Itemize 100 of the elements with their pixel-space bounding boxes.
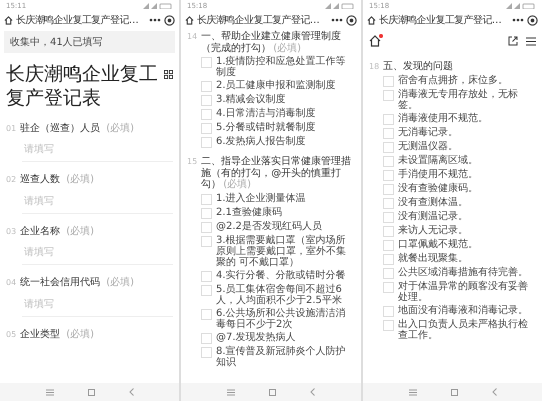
checkbox[interactable] bbox=[201, 208, 212, 218]
menu-icon[interactable] bbox=[526, 36, 536, 46]
home-icon[interactable] bbox=[369, 35, 381, 47]
checkbox[interactable] bbox=[201, 346, 212, 358]
checkbox[interactable] bbox=[383, 212, 394, 222]
checkbox[interactable] bbox=[383, 90, 394, 100]
question-label: 二、指导企业落实日常健康管理措施（有的打勾，@开头的慎重打勾） (必填) bbox=[201, 156, 352, 190]
close-icon[interactable] bbox=[346, 14, 357, 26]
question-number: 04 bbox=[6, 278, 16, 288]
status-icons bbox=[143, 2, 173, 8]
checkbox[interactable] bbox=[201, 123, 212, 134]
option-label: 6.发热病人报告制度 bbox=[216, 136, 306, 147]
share-icon[interactable] bbox=[508, 36, 518, 46]
option-label: 3.根据需要戴口罩（室内场所原则上需要戴口罩，室外不集聚的 可不戴口罩） bbox=[216, 234, 347, 268]
checkbox[interactable] bbox=[201, 81, 212, 92]
page-title: 长庆潮鸣企业复工复产登记… bbox=[16, 14, 138, 27]
checkbox[interactable] bbox=[201, 284, 212, 296]
checkbox[interactable] bbox=[383, 320, 394, 330]
back-icon[interactable] bbox=[310, 388, 315, 396]
input-field[interactable]: 请填写 bbox=[22, 296, 173, 316]
option-label: 5.分餐或错时就餐制度 bbox=[216, 122, 316, 133]
back-icon[interactable] bbox=[492, 388, 496, 396]
collection-banner: 收集中，41人已填写 bbox=[4, 31, 175, 53]
checkbox[interactable] bbox=[383, 76, 394, 86]
more-icon[interactable] bbox=[512, 18, 524, 22]
form-title: 长庆潮鸣企业复工复产登记表 bbox=[6, 63, 159, 110]
checkbox[interactable] bbox=[383, 128, 394, 138]
home-icon[interactable] bbox=[4, 16, 13, 24]
question-number: 15 bbox=[187, 157, 198, 166]
option-label: 无测温仪器。 bbox=[398, 140, 458, 152]
option-label: 2.员工健康申报和监测制度 bbox=[216, 80, 336, 91]
option-label: 没有查测体温。 bbox=[398, 196, 468, 208]
option-label: 3.精减会议制度 bbox=[216, 94, 286, 105]
option-label: 就餐出现聚集。 bbox=[398, 252, 468, 264]
checkbox[interactable] bbox=[201, 270, 212, 282]
checkbox[interactable] bbox=[383, 198, 394, 208]
checkbox[interactable] bbox=[201, 236, 212, 246]
checkbox[interactable] bbox=[201, 95, 212, 106]
checkbox[interactable] bbox=[383, 142, 394, 152]
more-icon[interactable] bbox=[331, 18, 343, 22]
checkbox[interactable] bbox=[383, 184, 394, 194]
question-number: 18 bbox=[369, 62, 380, 72]
close-icon[interactable] bbox=[164, 14, 175, 26]
option-label: 5.员工集体宿舍每间不超过6人，人均面积不少于2.5平米 bbox=[216, 284, 343, 306]
option-label: 8.宣传普及新冠肺炎个人防护知识 bbox=[216, 346, 347, 368]
input-field[interactable]: 请填写 bbox=[22, 245, 173, 265]
question-label: 统一社会信用代码 bbox=[20, 277, 100, 288]
home-button-icon[interactable] bbox=[88, 388, 94, 396]
checkbox[interactable] bbox=[201, 222, 212, 232]
back-icon[interactable] bbox=[128, 388, 134, 396]
option-label: 4.日常清洁与消毒制度 bbox=[216, 108, 316, 119]
question-label: 企业类型 bbox=[20, 328, 60, 340]
question-number: 03 bbox=[6, 226, 16, 236]
home-icon[interactable] bbox=[367, 16, 376, 24]
close-icon[interactable] bbox=[527, 14, 538, 26]
checkbox[interactable] bbox=[383, 268, 394, 278]
option-label: 消毒液无专用存放处，无标签。 bbox=[398, 88, 519, 110]
checkbox[interactable] bbox=[201, 308, 212, 320]
input-field[interactable]: 请填写 bbox=[22, 142, 173, 162]
grid-icon[interactable] bbox=[164, 70, 173, 79]
option-label: 4.实行分餐、分散或错时分餐 bbox=[216, 270, 346, 280]
required-mark: (必填) bbox=[66, 174, 94, 186]
checkbox[interactable] bbox=[201, 109, 212, 120]
status-icons bbox=[506, 2, 536, 8]
option-label: 消毒液使用不规范。 bbox=[398, 112, 488, 124]
option-label: 无消毒记录。 bbox=[398, 126, 458, 138]
more-icon[interactable] bbox=[149, 18, 161, 22]
question-label: 驻企（巡查）人员 bbox=[20, 122, 100, 134]
required-mark: (必填) bbox=[106, 277, 134, 288]
question-label: 五、发现的问题 bbox=[383, 61, 454, 72]
checkbox[interactable] bbox=[201, 332, 212, 344]
checkbox[interactable] bbox=[383, 282, 394, 292]
checkbox[interactable] bbox=[201, 137, 212, 148]
option-label: 1.疫情防控和应急处置工作等制度 bbox=[216, 56, 347, 78]
option-label: 公共区域消毒措施有待完善。 bbox=[398, 266, 528, 278]
page-title: 长庆潮鸣企业复工复产登记… bbox=[379, 14, 502, 27]
checkbox[interactable] bbox=[201, 194, 212, 204]
checkbox[interactable] bbox=[383, 240, 394, 250]
checkbox[interactable] bbox=[383, 306, 394, 316]
option-label: 来访人无记录。 bbox=[398, 224, 468, 236]
checkbox[interactable] bbox=[383, 156, 394, 166]
question-label: 一、帮助企业建立健康管理制度（完成的打勾） (必填) bbox=[201, 31, 342, 54]
checkbox[interactable] bbox=[383, 114, 394, 124]
home-icon[interactable] bbox=[185, 16, 194, 24]
option-label: 出入口负责人员未严格执行检查工作。 bbox=[398, 318, 529, 340]
checkbox[interactable] bbox=[383, 226, 394, 236]
checkbox[interactable] bbox=[201, 57, 212, 68]
checkbox[interactable] bbox=[383, 254, 394, 264]
input-field[interactable]: 请填写 bbox=[22, 194, 173, 214]
option-label: 没有查验健康码。 bbox=[398, 182, 478, 194]
home-button-icon[interactable] bbox=[269, 388, 276, 396]
checkbox[interactable] bbox=[383, 170, 394, 180]
status-icons bbox=[325, 2, 355, 8]
home-button-icon[interactable] bbox=[450, 388, 458, 396]
option-label: 口罩佩戴不规范。 bbox=[398, 238, 478, 250]
option-label: @2.2是否发现红码人员 bbox=[216, 220, 322, 232]
required-mark: (必填) bbox=[66, 328, 94, 340]
question-number: 02 bbox=[6, 175, 16, 184]
option-label: 6.公共场所和公共设施清洁消毒每日不少于2次 bbox=[216, 308, 347, 330]
required-mark: (必填) bbox=[66, 226, 94, 237]
